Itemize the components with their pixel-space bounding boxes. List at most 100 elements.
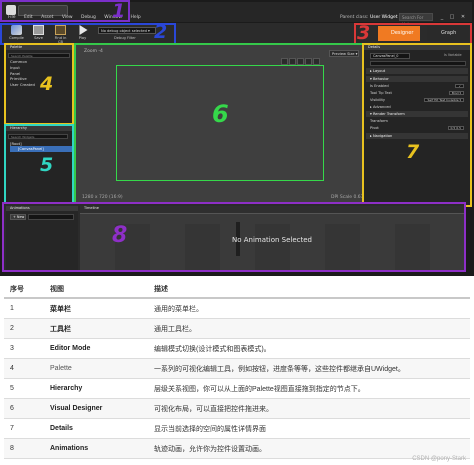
parent-class-value: User Widget: [369, 15, 398, 20]
table-cell-num: 5: [4, 378, 44, 399]
table-cell-view: Animations: [44, 438, 148, 459]
menu-help[interactable]: Help: [130, 15, 140, 20]
table-row: 4 Palette 一系列的可视化编辑工具，例如按钮，进度条等等，这些控件都继承自U…: [4, 358, 470, 379]
details-row-value[interactable]: Bind ▾: [448, 91, 464, 95]
timeline-track[interactable]: [80, 224, 464, 270]
details-row[interactable]: ▸ Navigation: [366, 133, 468, 139]
details-row[interactable]: Visibility Self Hit Test Invisible ▾: [366, 97, 468, 103]
table-body: 1 菜单栏 通用的菜单栏。 2 工具栏 通用工具栏。 3 Editor Mode 编辑模式切换(…: [4, 298, 470, 459]
table-cell-desc: 一系列的可视化编辑工具，例如按钮，进度条等等，这些控件都继承自UWidget。: [148, 358, 470, 379]
maximize-button[interactable]: □: [448, 14, 456, 21]
table-cell-num: 2: [4, 318, 44, 339]
table-row: 3 Editor Mode 编辑模式切换(设计模式和图表模式)。: [4, 338, 470, 359]
details-row-label: Visibility: [370, 98, 386, 102]
parent-class-info: Parent class: User Widget: [340, 15, 398, 20]
details-row-label: ▾ Behavior: [370, 77, 389, 81]
hierarchy-panel: Hierarchy Search Widgets [Root] [CanvasP…: [4, 124, 74, 204]
table-cell-view: Details: [44, 418, 148, 439]
table-row: 6 Visual Designer 可视化布局，可以直接把控件拖进来。: [4, 398, 470, 419]
details-row[interactable]: ▸ Layout: [366, 68, 468, 74]
dpi-scale-label: DPI Scale 0.67: [331, 195, 364, 200]
table-header-row: 序号 视图 描述: [4, 280, 470, 299]
header-view: 视图: [44, 280, 148, 299]
preview-size-select[interactable]: Preview Size ▾: [329, 50, 359, 57]
details-row[interactable]: ▸ Advanced: [366, 104, 468, 110]
header-description: 描述: [148, 280, 470, 299]
new-animation-button[interactable]: + New: [10, 214, 26, 220]
palette-category-list: Common Input Panel Primitive User Create…: [10, 59, 35, 88]
ue-widget-editor-screenshot: File Edit Asset View Debug Window Help P…: [0, 0, 474, 276]
details-row-value[interactable]: 0.5 0.5: [447, 126, 464, 130]
details-row-label: ▸ Navigation: [370, 134, 393, 138]
search-help-input[interactable]: Search For Help: [399, 13, 433, 27]
details-row-label: ▸ Advanced: [370, 105, 391, 109]
minimize-button[interactable]: _: [438, 14, 446, 21]
table-cell-desc: 通用的菜单栏。: [148, 298, 470, 319]
view-description-table: 序号 视图 描述 1 菜单栏 通用的菜单栏。 2 工具栏 通用工具栏。 3 Editor Mo…: [4, 280, 470, 459]
widget-name-input[interactable]: CanvasPanel_0: [370, 53, 410, 59]
close-button[interactable]: ✕: [459, 14, 467, 21]
hierarchy-search-input[interactable]: Search Widgets: [8, 134, 68, 139]
details-row[interactable]: Is Enabled ✓: [366, 83, 468, 89]
details-row-label: Tool Tip Text: [370, 91, 392, 95]
table-cell-num: 8: [4, 438, 44, 459]
annotation-5: 5: [40, 154, 54, 176]
parent-class-label: Parent class:: [340, 15, 369, 20]
palette-search-input[interactable]: Search Palette: [8, 53, 70, 58]
details-row-label: ▸ Layout: [370, 69, 386, 73]
table-cell-num: 7: [4, 418, 44, 439]
animation-search-input[interactable]: [28, 214, 74, 220]
zoom-label: Zoom -4: [84, 49, 103, 54]
table-row: 8 Animations 轨迹动画，允许你为控件设置动画。: [4, 438, 470, 459]
timeline-title: Timeline: [84, 206, 99, 210]
visual-designer-panel[interactable]: Zoom -4 Preview Size ▾ 6 1280 x 720 (16:…: [74, 43, 366, 207]
menu-bar-highlight: [0, 0, 130, 22]
is-variable-checkbox[interactable]: Is Variable: [444, 53, 462, 57]
table-row: 1 菜单栏 通用的菜单栏。: [4, 298, 470, 319]
table-cell-view: 菜单栏: [44, 298, 148, 319]
animations-panel: Animations + New Timeline No Animation S…: [2, 202, 466, 272]
palette-panel: Palette Search Palette Common Input Pane…: [4, 43, 74, 125]
table-cell-num: 4: [4, 358, 44, 379]
palette-category-user-created[interactable]: User Created: [10, 82, 35, 88]
table-cell-desc: 显示当前选择的空间的属性详情界面: [148, 418, 470, 439]
details-row-label: Pivot: [370, 126, 379, 130]
table-row: 7 Details 显示当前选择的空间的属性详情界面: [4, 418, 470, 439]
resolution-label: 1280 x 720 (16:9): [82, 195, 123, 200]
details-row[interactable]: Transform: [366, 118, 468, 124]
details-row-label: Is Enabled: [370, 84, 389, 88]
details-row[interactable]: ▾ Behavior: [366, 76, 468, 82]
table-cell-num: 6: [4, 398, 44, 419]
watermark: CSDN @pony-Stark: [412, 456, 466, 462]
hierarchy-canvas-panel[interactable]: [CanvasPanel]: [10, 146, 72, 152]
table-cell-view: 工具栏: [44, 318, 148, 339]
details-row[interactable]: ▾ Render Transform: [366, 111, 468, 117]
details-search-input[interactable]: [370, 61, 466, 66]
table-cell-num: 1: [4, 298, 44, 319]
table-row: 2 工具栏 通用工具栏。: [4, 318, 470, 339]
annotation-6: 6: [212, 100, 229, 128]
details-row[interactable]: Pivot 0.5 0.5: [366, 125, 468, 131]
animations-header: Animations: [6, 206, 78, 211]
editor-mode-highlight: [354, 23, 472, 45]
toolbar-highlight: [0, 23, 176, 45]
details-panel: Details CanvasPanel_0 Is Variable ▸ Layo…: [362, 43, 472, 207]
table-cell-desc: 通用工具栏。: [148, 318, 470, 339]
annotation-2: 2: [154, 21, 168, 43]
table-cell-view: Hierarchy: [44, 378, 148, 399]
table-cell-desc: 可视化布局，可以直接把控件拖进来。: [148, 398, 470, 419]
details-row-label: ▾ Render Transform: [370, 112, 405, 116]
details-row-label: Transform: [370, 119, 388, 123]
details-row[interactable]: Tool Tip Text Bind ▾: [366, 90, 468, 96]
palette-header: Palette: [6, 45, 72, 50]
details-row-value[interactable]: ✓: [455, 84, 464, 88]
table-cell-desc: 层级关系视图，你可以从上面的Palette视图直接拖到指定的节点下。: [148, 378, 470, 399]
timeline-header: Timeline: [80, 206, 464, 214]
timeline-panel[interactable]: Timeline No Animation Selected: [80, 206, 464, 270]
animations-list: Animations + New: [6, 206, 78, 270]
details-row-value[interactable]: Self Hit Test Invisible ▾: [424, 98, 464, 102]
table-cell-num: 3: [4, 338, 44, 359]
viewport-tool-buttons[interactable]: [281, 50, 327, 65]
table-cell-desc: 编辑模式切换(设计模式和图表模式)。: [148, 338, 470, 359]
table-cell-view: Visual Designer: [44, 398, 148, 419]
